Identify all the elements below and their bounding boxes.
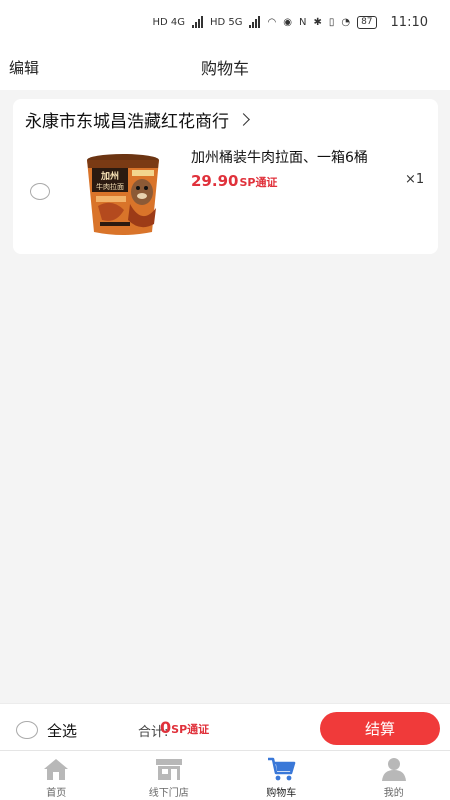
select-all-checkbox[interactable]	[16, 721, 38, 739]
signal-icon-2	[249, 16, 261, 28]
eye-icon: ◉	[283, 16, 292, 28]
product-price: 29.90SP通证	[191, 171, 277, 190]
status-icons: HD 4G HD 5G ◠ ◉ N ✱ ▯ ◔ 87	[152, 15, 377, 29]
total-unit: SP通证	[171, 723, 210, 736]
checkout-button[interactable]: 结算	[320, 712, 440, 745]
header: 编辑 购物车	[0, 44, 450, 90]
battery-icon: 87	[357, 15, 377, 29]
home-icon	[44, 759, 69, 780]
nfc-icon: N	[298, 16, 307, 28]
tab-stores[interactable]: 线下门店	[113, 751, 226, 800]
page-title: 购物车	[200, 59, 249, 78]
clock: 11:10	[390, 14, 428, 30]
tab-home-label: 首页	[46, 788, 67, 799]
edit-button[interactable]: 编辑	[9, 57, 39, 78]
cart-icon	[268, 757, 296, 781]
store-name: 永康市东城昌浩藏红花商行	[25, 112, 229, 132]
tab-stores-label: 线下门店	[148, 788, 189, 799]
product-price-value: 29.90	[191, 172, 239, 190]
product-image[interactable]: 加州 牛肉拉面	[78, 146, 168, 244]
wifi-icon: ◠	[267, 16, 277, 28]
tab-home[interactable]: 首页	[0, 751, 113, 800]
total-value: 0SP通证	[160, 718, 209, 737]
product-price-unit: SP通证	[239, 176, 278, 189]
tab-cart[interactable]: 购物车	[225, 751, 338, 800]
tab-profile[interactable]: 我的	[338, 751, 450, 800]
product-image-subtitle: 牛肉拉面	[96, 182, 124, 191]
chevron-right-icon	[237, 113, 250, 126]
store-header[interactable]: 永康市东城昌浩藏红花商行	[25, 107, 250, 132]
tab-cart-label: 购物车	[266, 788, 297, 799]
network-indicator-1: HD 4G	[152, 16, 185, 28]
speed-icon: ◔	[341, 16, 351, 28]
store-icon	[155, 759, 182, 780]
total-amount: 0	[160, 718, 172, 737]
product-image-brand: 加州	[100, 170, 119, 182]
tab-profile-label: 我的	[383, 788, 404, 799]
signal-icon	[191, 16, 203, 28]
network-indicator-2: HD 5G	[209, 16, 243, 28]
select-all-label[interactable]: 全选	[47, 720, 77, 741]
product-quantity: ×1	[405, 172, 425, 187]
product-name[interactable]: 加州桶装牛肉拉面、一箱6桶	[191, 147, 368, 167]
vibrate-icon: ▯	[328, 16, 335, 28]
checkout-bar: 全选 合计: 0SP通证 结算	[0, 703, 450, 750]
profile-icon	[381, 758, 406, 781]
bluetooth-icon: ✱	[313, 16, 322, 28]
item-select-checkbox[interactable]	[30, 183, 50, 200]
status-bar: HD 4G HD 5G ◠ ◉ N ✱ ▯ ◔ 87 11:10	[0, 0, 450, 44]
tab-bar: 首页 线下门店 购物车 我的	[0, 750, 450, 800]
